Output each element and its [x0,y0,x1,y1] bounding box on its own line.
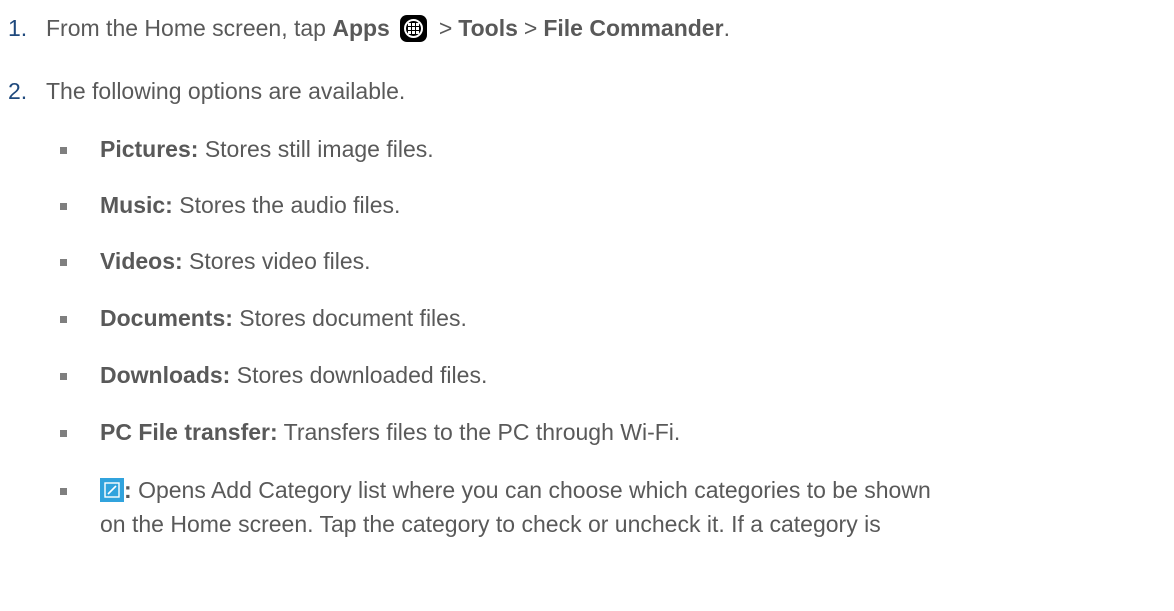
bullet-icon [60,316,67,323]
option-desc: Stores downloaded files. [236,362,488,388]
edit-colon: : [124,477,132,503]
option-label: Pictures: [100,136,199,162]
step-number: 1. [8,15,28,41]
edit-desc-line1: Opens Add Category list where you can ch… [138,477,931,503]
separator: > [438,15,453,41]
step-text: The following options are available. [46,78,406,104]
option-desc: Stores still image files. [204,136,434,162]
apps-grid-icon [399,15,427,42]
bullet-icon [60,488,67,495]
step-1: 1. From the Home screen, tap Apps > Tool… [8,15,730,42]
tools-label: Tools [458,15,518,41]
bullet-icon [60,259,67,266]
option-label: Downloads: [100,362,231,388]
option-desc: Stores video files. [189,248,371,274]
option-desc: Stores the audio files. [179,192,401,218]
file-commander-label: File Commander [543,15,724,41]
separator: > [523,15,538,41]
option-label: PC File transfer: [100,419,278,445]
bullet-icon [60,147,67,154]
step-2: 2. The following options are available. [8,78,405,105]
option-desc: Transfers files to the PC through Wi-Fi. [283,419,681,445]
option-label: Documents: [100,305,233,331]
step-text: From the Home screen, tap [46,15,333,41]
bullet-icon [60,373,67,380]
edit-icon [100,478,124,502]
apps-label: Apps [332,15,390,41]
option-label: Music: [100,192,173,218]
option-desc: Stores document files. [239,305,467,331]
period: . [723,15,730,41]
bullet-icon [60,203,67,210]
edit-desc-continuation: on the Home screen. Tap the category to … [100,511,881,537]
step-number: 2. [8,78,28,104]
option-label: Videos: [100,248,183,274]
bullet-icon [60,430,67,437]
